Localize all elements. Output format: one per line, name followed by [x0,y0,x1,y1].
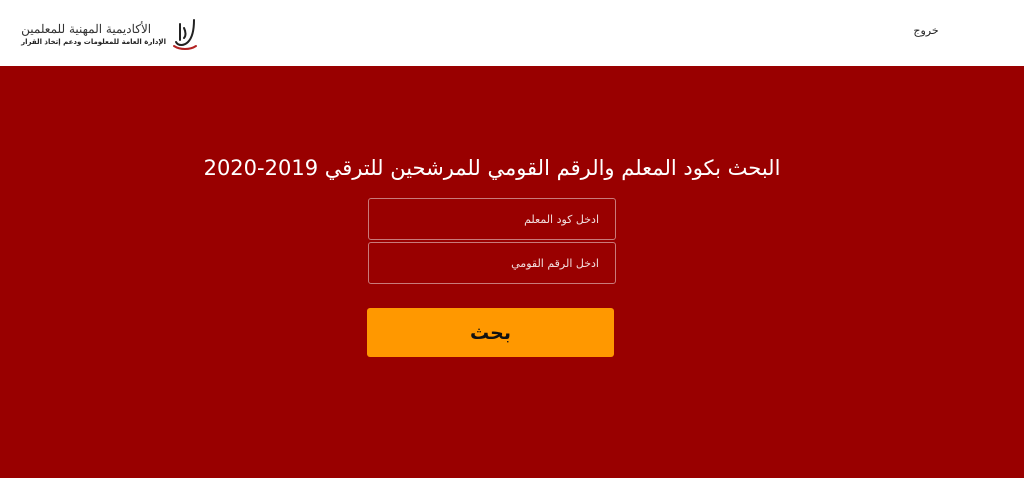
logo-title: الأكاديمية المهنية للمعلمين [21,22,152,36]
teacher-code-input[interactable] [368,198,616,240]
page-title: البحث بكود المعلم والرقم القومي للمرشحين… [203,156,781,180]
national-id-input[interactable] [368,242,616,284]
top-header: الأكاديمية المهنية للمعلمين الإدارة العا… [0,0,1024,66]
academy-logo: الأكاديمية المهنية للمعلمين الإدارة العا… [21,14,200,54]
academy-emblem-icon [170,16,200,52]
logo-subtitle: الإدارة العامة للمعلومات ودعم إتخاذ القر… [21,38,166,46]
search-button[interactable]: بحث [367,308,614,357]
logout-link[interactable]: خروج [904,22,948,40]
logo-text: الأكاديمية المهنية للمعلمين الإدارة العا… [21,21,166,47]
